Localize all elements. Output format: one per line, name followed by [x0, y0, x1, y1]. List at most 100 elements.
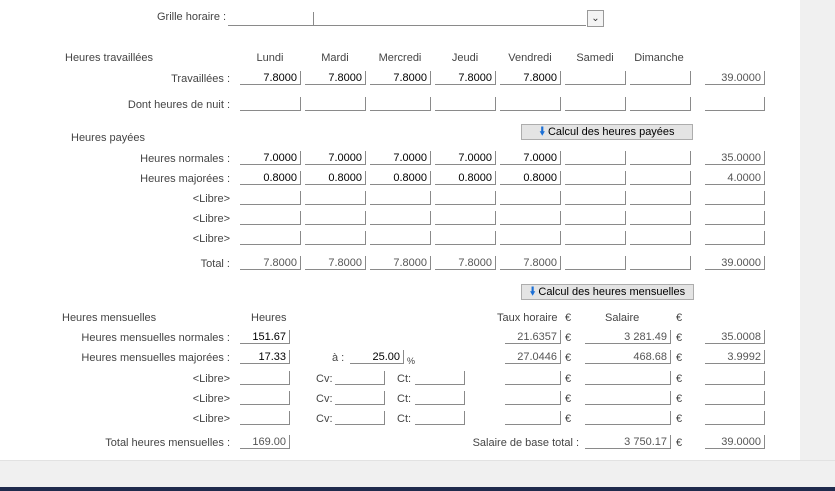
travaillees-cell-samedi[interactable]	[565, 71, 626, 85]
mensuelles-libre-taux[interactable]	[505, 391, 561, 405]
payees-cell-dimanche[interactable]	[630, 151, 691, 165]
mensuelles-libre-heures[interactable]	[240, 411, 290, 425]
travaillees-row-total[interactable]	[705, 97, 765, 111]
payees-cell-mercredi[interactable]: 0.8000	[370, 171, 431, 185]
cv-field[interactable]	[335, 371, 385, 385]
payees-cell-samedi[interactable]	[565, 191, 626, 205]
payees-cell-vendredi[interactable]: 0.8000	[500, 171, 561, 185]
payees-cell-samedi[interactable]	[565, 171, 626, 185]
payees-cell-vendredi[interactable]: 7.8000	[500, 256, 561, 270]
payees-row-total[interactable]	[705, 231, 765, 245]
payees-cell-jeudi[interactable]: 7.8000	[435, 256, 496, 270]
payees-cell-mardi[interactable]: 7.8000	[305, 256, 366, 270]
payees-cell-dimanche[interactable]	[630, 256, 691, 270]
mensuelles-majorees-salaire[interactable]: 468.68	[585, 350, 671, 364]
calcul-heures-payees-button[interactable]: 🠛 Calcul des heures payées	[521, 124, 693, 140]
payees-cell-mardi[interactable]	[305, 231, 366, 245]
travaillees-cell-dimanche[interactable]	[630, 97, 691, 111]
mensuelles-libre-total[interactable]	[705, 371, 765, 385]
payees-cell-vendredi[interactable]	[500, 211, 561, 225]
payees-cell-jeudi[interactable]	[435, 211, 496, 225]
calcul-heures-mensuelles-button[interactable]: 🠛 Calcul des heures mensuelles	[521, 284, 694, 300]
payees-cell-mercredi[interactable]	[370, 211, 431, 225]
payees-cell-jeudi[interactable]	[435, 231, 496, 245]
payees-cell-vendredi[interactable]: 7.0000	[500, 151, 561, 165]
grille-select[interactable]	[314, 12, 586, 26]
mensuelles-libre-total[interactable]	[705, 391, 765, 405]
mensuelles-majorees-heures[interactable]: 17.33	[240, 350, 290, 364]
grille-field-left[interactable]	[228, 12, 314, 26]
payees-cell-dimanche[interactable]	[630, 211, 691, 225]
payees-cell-samedi[interactable]	[565, 256, 626, 270]
travaillees-cell-mercredi[interactable]: 7.8000	[370, 71, 431, 85]
chevron-down-icon[interactable]: ⌄	[587, 10, 604, 27]
payees-row-total[interactable]	[705, 191, 765, 205]
payees-cell-lundi[interactable]	[240, 231, 301, 245]
travaillees-cell-mardi[interactable]: 7.8000	[305, 71, 366, 85]
mensuelles-normales-taux[interactable]: 21.6357	[505, 330, 561, 344]
payees-cell-samedi[interactable]	[565, 211, 626, 225]
payees-cell-jeudi[interactable]: 7.0000	[435, 151, 496, 165]
payees-cell-jeudi[interactable]: 0.8000	[435, 171, 496, 185]
travaillees-cell-vendredi[interactable]	[500, 97, 561, 111]
payees-cell-lundi[interactable]	[240, 211, 301, 225]
mensuelles-libre-salaire[interactable]	[585, 371, 671, 385]
a-label: à :	[332, 352, 345, 364]
cv-field[interactable]	[335, 411, 385, 425]
travaillees-cell-dimanche[interactable]	[630, 71, 691, 85]
mensuelles-normales-salaire[interactable]: 3 281.49	[585, 330, 671, 344]
mensuelles-libre-salaire[interactable]	[585, 411, 671, 425]
travaillees-cell-mercredi[interactable]	[370, 97, 431, 111]
ct-field[interactable]	[415, 391, 465, 405]
travaillees-cell-vendredi[interactable]: 7.8000	[500, 71, 561, 85]
payees-cell-lundi[interactable]	[240, 191, 301, 205]
payees-cell-mardi[interactable]: 7.0000	[305, 151, 366, 165]
mensuelles-normales-total[interactable]: 35.0008	[705, 330, 765, 344]
travaillees-cell-lundi[interactable]: 7.8000	[240, 71, 301, 85]
payees-cell-dimanche[interactable]	[630, 171, 691, 185]
travaillees-cell-jeudi[interactable]	[435, 97, 496, 111]
payees-cell-vendredi[interactable]	[500, 191, 561, 205]
mensuelles-normales-heures[interactable]: 151.67	[240, 330, 290, 344]
majoration-percent-field[interactable]: 25.00	[350, 350, 404, 364]
payees-cell-dimanche[interactable]	[630, 191, 691, 205]
travaillees-row-total[interactable]: 39.0000	[705, 71, 765, 85]
payees-cell-mercredi[interactable]	[370, 191, 431, 205]
payees-cell-mardi[interactable]	[305, 211, 366, 225]
payees-cell-lundi[interactable]: 7.8000	[240, 256, 301, 270]
cv-field[interactable]	[335, 391, 385, 405]
travaillees-cell-lundi[interactable]	[240, 97, 301, 111]
mensuelles-libre-heures[interactable]	[240, 371, 290, 385]
mensuelles-libre-total[interactable]	[705, 411, 765, 425]
payees-row-total[interactable]	[705, 211, 765, 225]
mensuelles-libre-taux[interactable]	[505, 411, 561, 425]
payees-cell-mardi[interactable]	[305, 191, 366, 205]
payees-row-total[interactable]: 39.0000	[705, 256, 765, 270]
salaire-base-total-hours[interactable]: 39.0000	[705, 435, 765, 449]
salaire-base-total-field[interactable]: 3 750.17	[585, 435, 671, 449]
ct-field[interactable]	[415, 371, 465, 385]
payees-cell-vendredi[interactable]	[500, 231, 561, 245]
payees-cell-lundi[interactable]: 7.0000	[240, 151, 301, 165]
payees-cell-mercredi[interactable]	[370, 231, 431, 245]
mensuelles-majorees-taux[interactable]: 27.0446	[505, 350, 561, 364]
payees-row-total[interactable]: 4.0000	[705, 171, 765, 185]
travaillees-cell-mardi[interactable]	[305, 97, 366, 111]
payees-cell-mercredi[interactable]: 7.0000	[370, 151, 431, 165]
payees-cell-mardi[interactable]: 0.8000	[305, 171, 366, 185]
travaillees-cell-samedi[interactable]	[565, 97, 626, 111]
mensuelles-libre-salaire[interactable]	[585, 391, 671, 405]
payees-cell-mercredi[interactable]: 7.8000	[370, 256, 431, 270]
mensuelles-libre-taux[interactable]	[505, 371, 561, 385]
total-heures-mensuelles-field[interactable]: 169.00	[240, 435, 290, 449]
mensuelles-libre-heures[interactable]	[240, 391, 290, 405]
payees-cell-samedi[interactable]	[565, 231, 626, 245]
payees-cell-lundi[interactable]: 0.8000	[240, 171, 301, 185]
payees-row-total[interactable]: 35.0000	[705, 151, 765, 165]
payees-cell-dimanche[interactable]	[630, 231, 691, 245]
payees-cell-jeudi[interactable]	[435, 191, 496, 205]
payees-cell-samedi[interactable]	[565, 151, 626, 165]
mensuelles-majorees-total[interactable]: 3.9992	[705, 350, 765, 364]
travaillees-cell-jeudi[interactable]: 7.8000	[435, 71, 496, 85]
ct-field[interactable]	[415, 411, 465, 425]
